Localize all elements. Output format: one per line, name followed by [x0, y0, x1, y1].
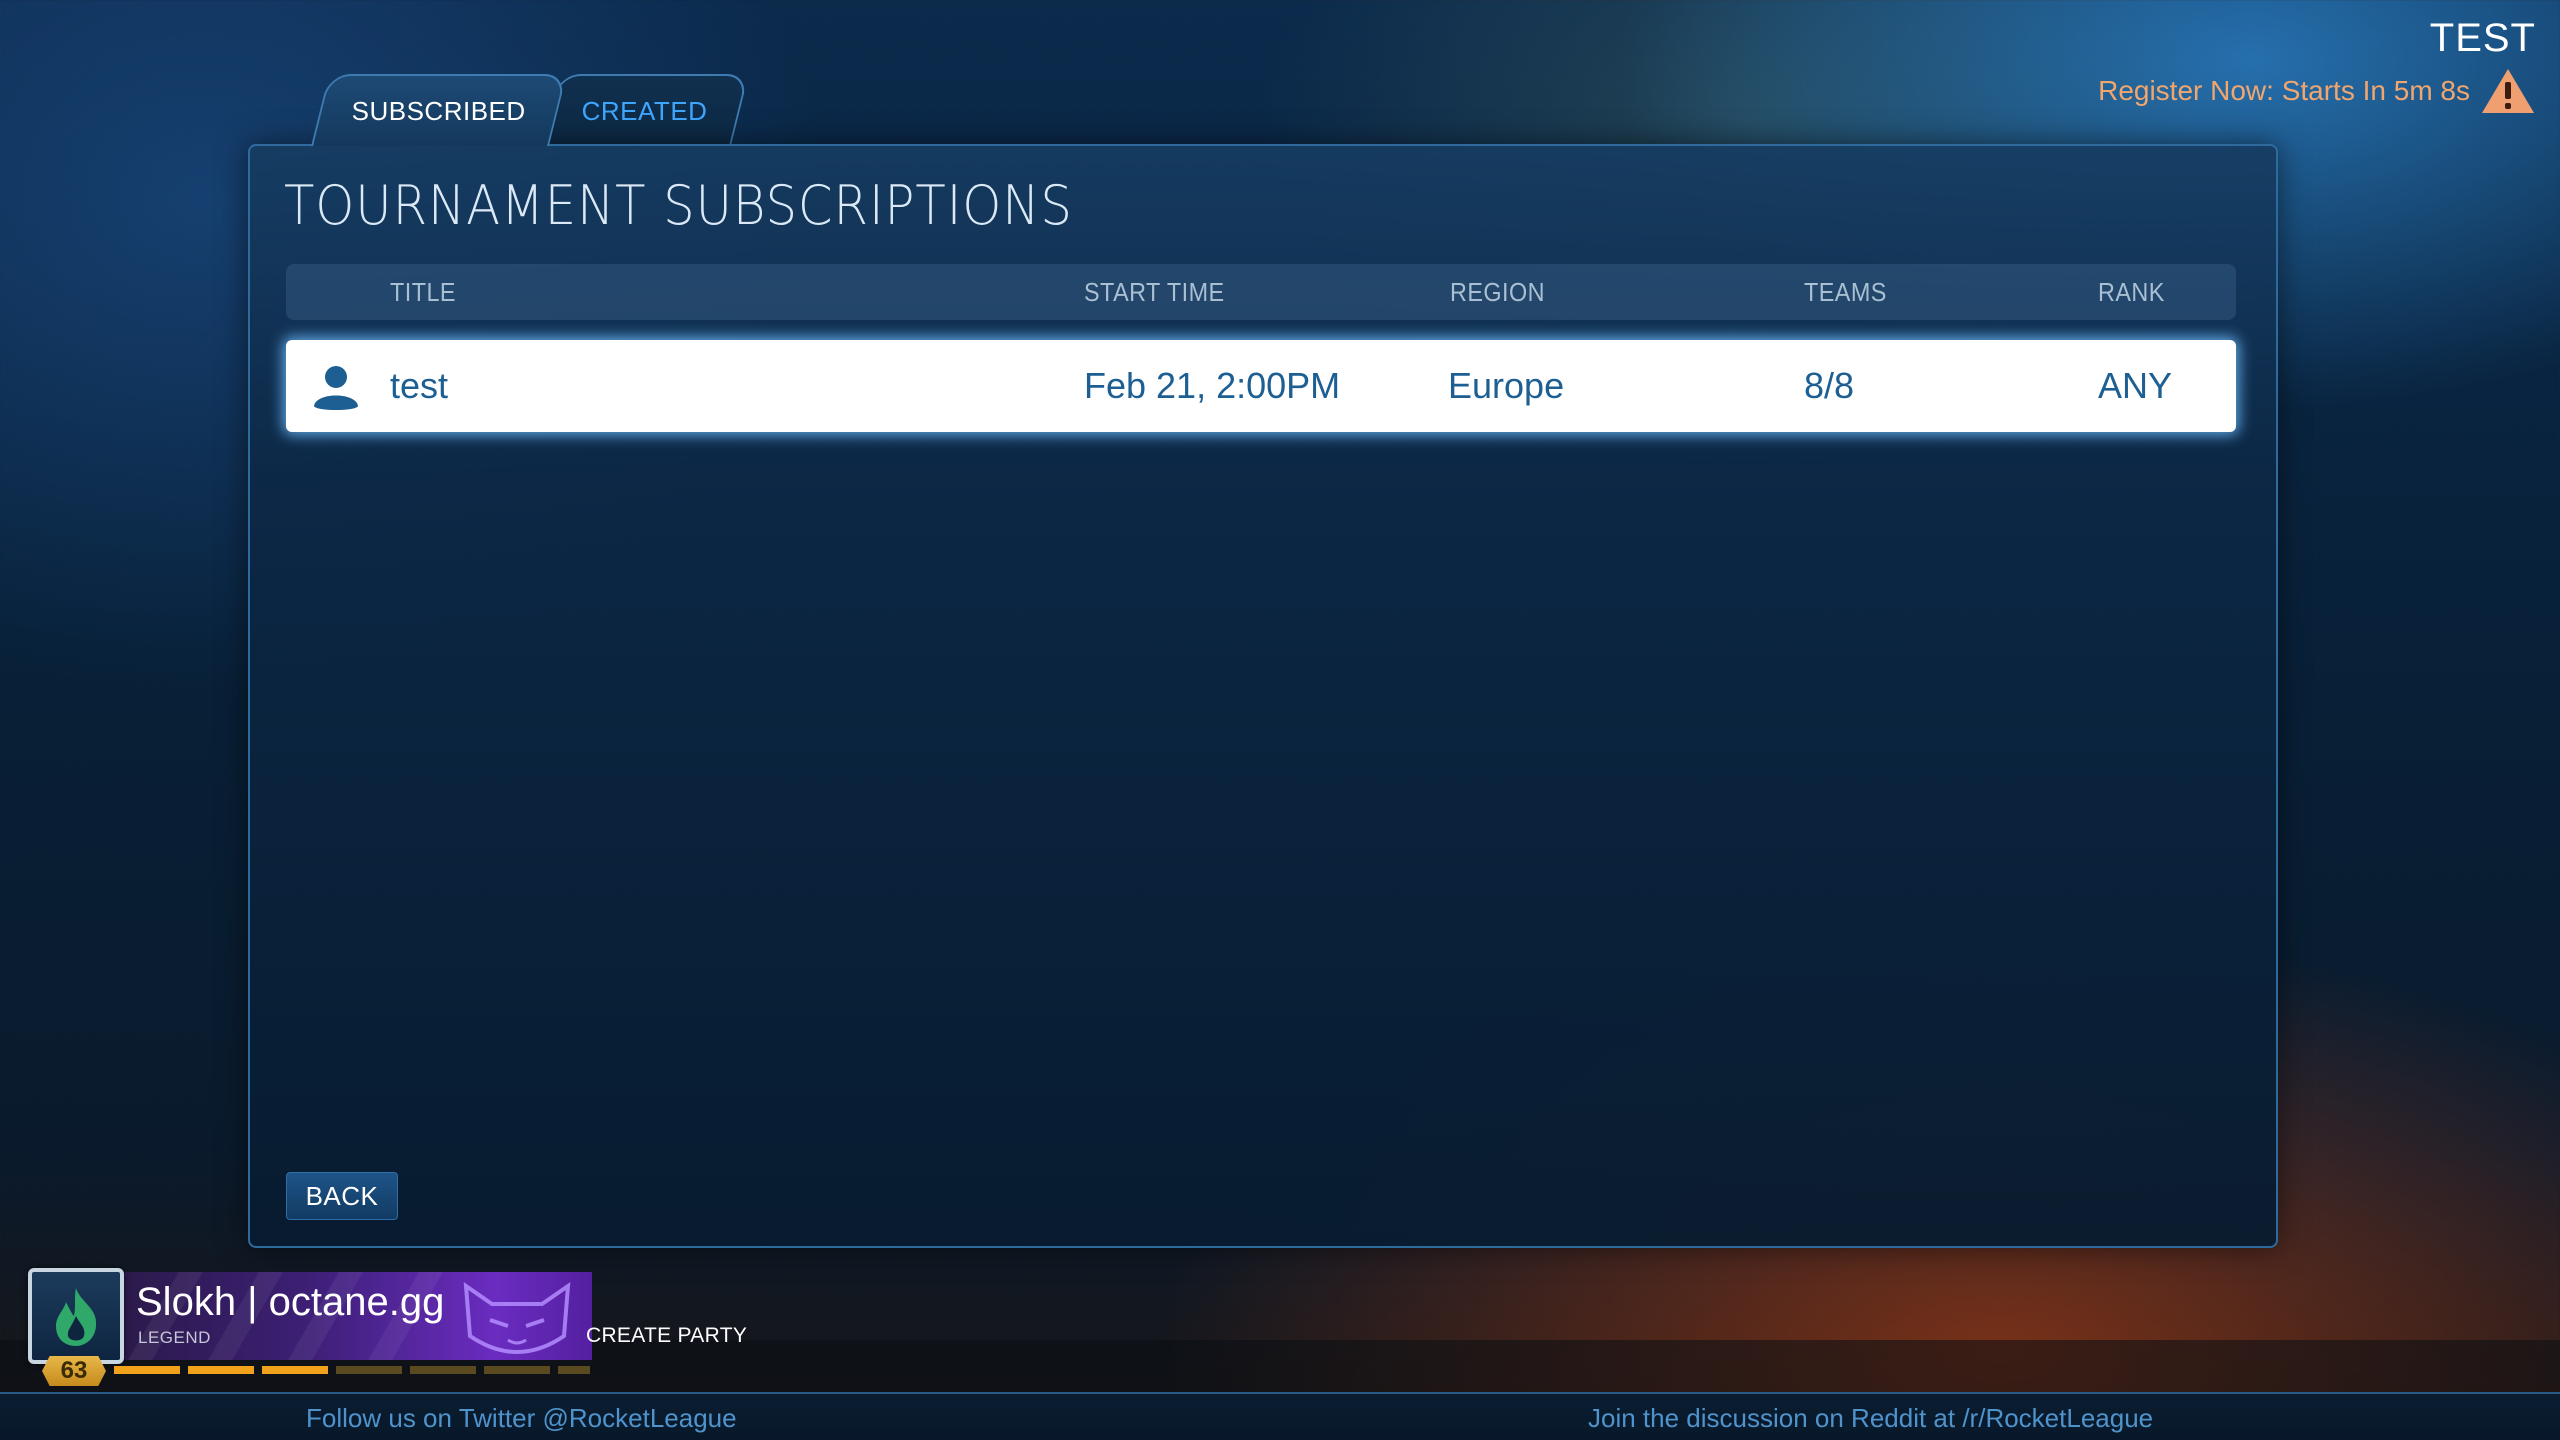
row-region: Europe	[1448, 365, 1565, 406]
event-title: TEST	[2429, 16, 2536, 60]
avatar[interactable]	[28, 1268, 124, 1364]
row-teams: 8/8	[1804, 365, 1855, 406]
page-title: TOURNAMENT SUBSCRIPTIONS	[284, 174, 1073, 237]
event-notice[interactable]: Register Now: Starts In 5m 8s	[2098, 66, 2536, 116]
tab-created[interactable]: CREATED	[541, 74, 749, 146]
column-header-title[interactable]: TITLE	[390, 264, 456, 320]
player-rank-title: LEGEND	[138, 1328, 211, 1347]
column-header-region[interactable]: REGION	[1450, 264, 1545, 320]
tab-subscribed[interactable]: SUBSCRIBED	[311, 74, 568, 146]
row-title: test	[390, 365, 449, 406]
xp-progress-fill	[114, 1366, 329, 1374]
user-icon	[314, 366, 358, 410]
table-row[interactable]: test Feb 21, 2:00PM Europe 8/8 ANY	[286, 340, 2236, 432]
back-button[interactable]: BACK	[286, 1172, 398, 1220]
warning-icon	[2482, 69, 2534, 113]
tab-bar: SUBSCRIBED CREATED	[311, 74, 749, 146]
player-card[interactable]: 63 Slokh | octane.gg LEGEND	[28, 1268, 592, 1386]
tournament-panel: TOURNAMENT SUBSCRIPTIONS TITLE START TIM…	[248, 144, 2278, 1248]
reddit-link[interactable]: Join the discussion on Reddit at /r/Rock…	[1588, 1394, 2153, 1440]
banner-decal-icon	[463, 1281, 571, 1354]
footer: Follow us on Twitter @RocketLeague Join …	[0, 1392, 2560, 1440]
event-notice-text: Register Now: Starts In 5m 8s	[2098, 75, 2470, 106]
level-badge: 63	[42, 1356, 106, 1386]
column-header-rank[interactable]: RANK	[2098, 264, 2165, 320]
row-rank: ANY	[2098, 365, 2173, 406]
column-header-teams[interactable]: TEAMS	[1804, 264, 1887, 320]
row-start-time: Feb 21, 2:00PM	[1084, 365, 1341, 406]
xp-progress-bar	[114, 1366, 590, 1374]
column-header-start-time[interactable]: START TIME	[1084, 264, 1225, 320]
create-party-button[interactable]: CREATE PARTY	[586, 1316, 747, 1356]
twitter-link[interactable]: Follow us on Twitter @RocketLeague	[306, 1394, 737, 1440]
flame-icon	[56, 1288, 97, 1346]
player-name: Slokh | octane.gg	[136, 1280, 445, 1324]
table-header: TITLE START TIME REGION TEAMS RANK	[286, 264, 2236, 320]
